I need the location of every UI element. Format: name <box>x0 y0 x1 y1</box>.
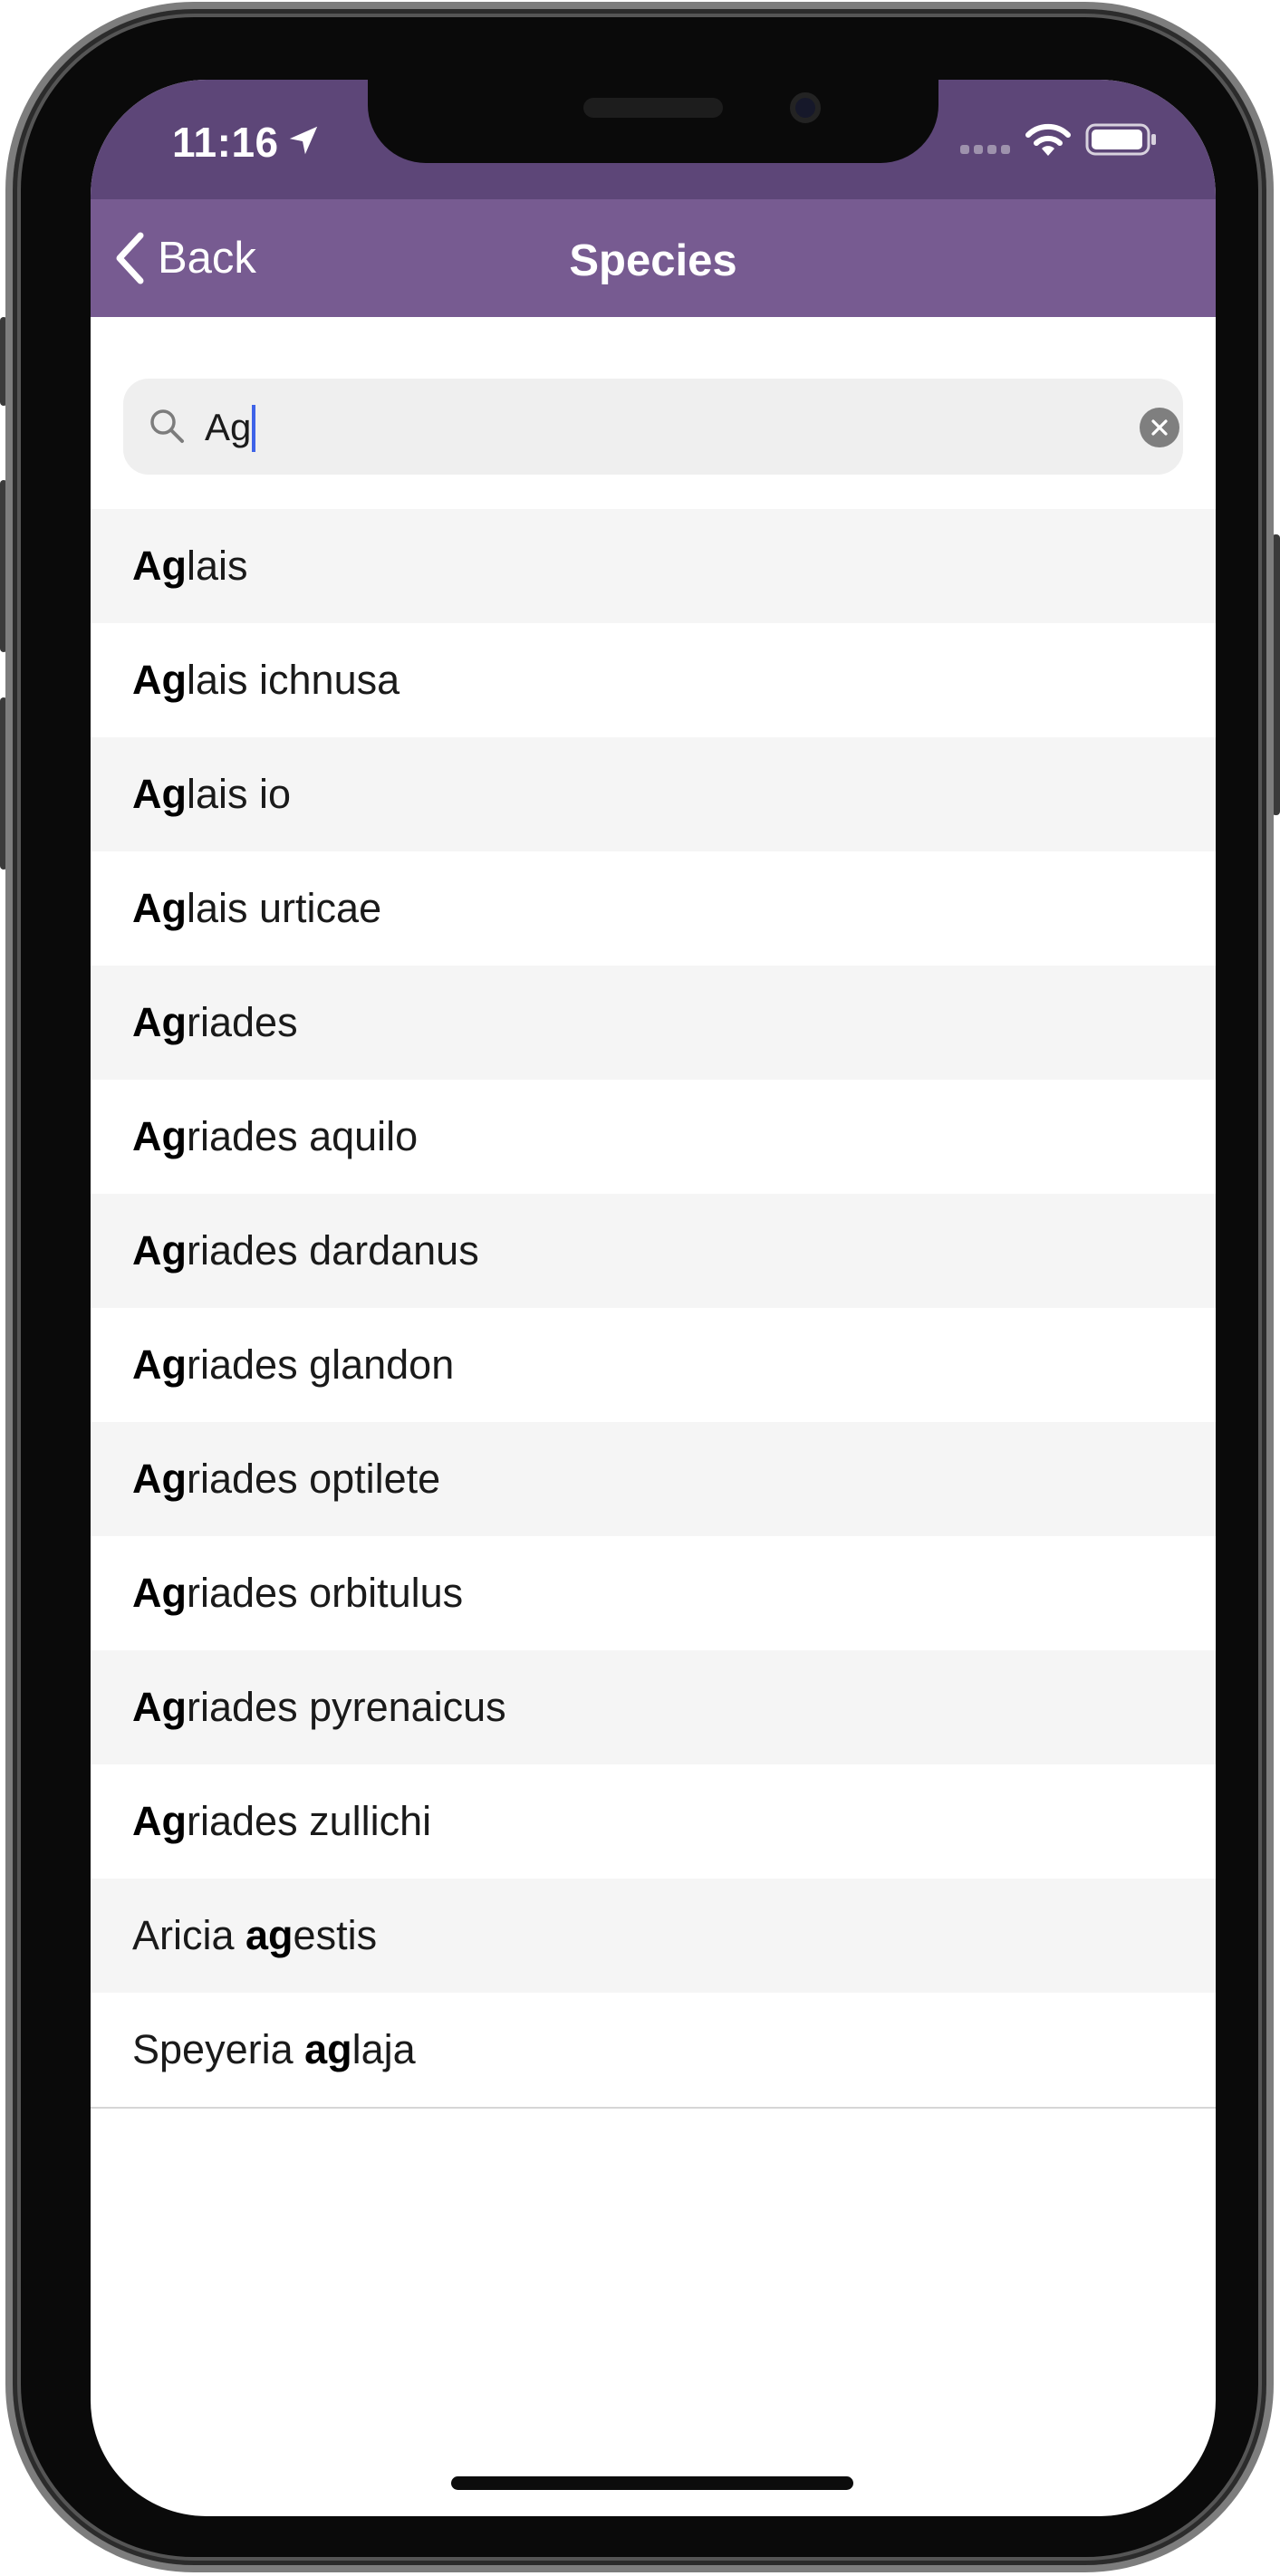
text-cursor <box>252 404 256 452</box>
list-end-divider <box>91 2107 1216 2109</box>
result-match-highlight: Ag <box>132 1570 187 1616</box>
result-suffix: riades <box>187 999 298 1045</box>
screen: 11:16 Back Species Ag Aglais Aglais ichn… <box>91 80 1216 2516</box>
battery-icon <box>1085 123 1156 156</box>
result-match-highlight: Ag <box>132 1113 187 1159</box>
result-label: Agriades glandon <box>132 1341 454 1389</box>
result-label: Agriades aquilo <box>132 1113 418 1160</box>
result-match-highlight: Ag <box>132 999 187 1045</box>
front-camera <box>790 92 821 123</box>
home-indicator[interactable] <box>451 2476 853 2490</box>
results-list: Aglais Aglais ichnusa Aglais io Aglais urti… <box>91 509 1216 2109</box>
search-field[interactable]: Ag <box>123 379 1183 475</box>
result-suffix: riades pyrenaicus <box>187 1684 506 1730</box>
result-suffix: lais io <box>187 771 292 817</box>
result-match-highlight: ag <box>245 1912 294 1958</box>
result-prefix: Speyeria <box>132 2026 305 2072</box>
result-suffix: lais ichnusa <box>187 657 400 703</box>
result-row[interactable]: Aglais urticae <box>91 851 1216 966</box>
result-label: Aglais <box>132 543 248 590</box>
result-match-highlight: Ag <box>132 885 187 931</box>
result-suffix: laja <box>351 2026 416 2072</box>
result-label: Aglais ichnusa <box>132 657 399 704</box>
result-match-highlight: Ag <box>132 543 187 589</box>
location-arrow-icon <box>289 126 318 155</box>
result-match-highlight: Ag <box>132 1341 187 1388</box>
navigation-bar: Back Species <box>91 199 1216 317</box>
clear-icon <box>1151 419 1168 436</box>
result-suffix: estis <box>293 1912 378 1958</box>
result-label: Aricia agestis <box>132 1912 377 1959</box>
result-label: Agriades pyrenaicus <box>132 1684 506 1731</box>
result-label: Agriades <box>132 999 298 1046</box>
search-icon <box>150 409 184 443</box>
result-label: Agriades zullichi <box>132 1798 431 1845</box>
notch <box>368 80 938 163</box>
result-match-highlight: Ag <box>132 1684 187 1730</box>
result-suffix: riades zullichi <box>187 1798 432 1844</box>
result-row[interactable]: Speyeria aglaja <box>91 1993 1216 2107</box>
result-row[interactable]: Agriades pyrenaicus <box>91 1650 1216 1764</box>
result-suffix: riades aquilo <box>187 1113 419 1159</box>
result-suffix: lais urticae <box>187 885 382 931</box>
result-match-highlight: ag <box>304 2026 352 2072</box>
page-title: Species <box>569 236 737 285</box>
status-time: 11:16 <box>172 119 279 166</box>
wifi-icon <box>1025 123 1071 156</box>
result-suffix: riades optilete <box>187 1456 441 1502</box>
result-suffix: lais <box>187 543 248 589</box>
result-prefix: Aricia <box>132 1912 246 1958</box>
result-row[interactable]: Agriades dardanus <box>91 1194 1216 1308</box>
result-label: Agriades dardanus <box>132 1227 479 1274</box>
result-row[interactable]: Agriades zullichi <box>91 1764 1216 1879</box>
result-match-highlight: Ag <box>132 657 187 703</box>
result-row[interactable]: Agriades <box>91 966 1216 1080</box>
result-label: Speyeria aglaja <box>132 2026 416 2073</box>
result-match-highlight: Ag <box>132 771 187 817</box>
result-row[interactable]: Aglais <box>91 509 1216 623</box>
result-row[interactable]: Aglais ichnusa <box>91 623 1216 737</box>
result-row[interactable]: Agriades glandon <box>91 1308 1216 1422</box>
result-suffix: riades orbitulus <box>187 1570 464 1616</box>
status-bar: 11:16 <box>91 80 1216 199</box>
result-match-highlight: Ag <box>132 1456 187 1502</box>
cellular-signal-icon <box>960 145 1010 154</box>
result-match-highlight: Ag <box>132 1227 187 1274</box>
result-label: Agriades orbitulus <box>132 1570 463 1617</box>
speaker-grille <box>583 98 723 118</box>
result-suffix: riades dardanus <box>187 1227 479 1274</box>
result-row[interactable]: Agriades aquilo <box>91 1080 1216 1194</box>
result-row[interactable]: Aglais io <box>91 737 1216 851</box>
result-suffix: riades glandon <box>187 1341 455 1388</box>
phone-frame: 11:16 Back Species Ag Aglais Aglais ichn… <box>5 2 1274 2572</box>
result-label: Aglais io <box>132 771 291 818</box>
result-label: Agriades optilete <box>132 1456 440 1503</box>
search-input-value: Ag <box>205 406 252 448</box>
result-row[interactable]: Agriades optilete <box>91 1422 1216 1536</box>
result-label: Aglais urticae <box>132 885 381 932</box>
search-input[interactable]: Ag <box>205 404 256 452</box>
search-bar: Ag <box>91 317 1216 489</box>
result-row[interactable]: Agriades orbitulus <box>91 1536 1216 1650</box>
result-match-highlight: Ag <box>132 1798 187 1844</box>
result-row[interactable]: Aricia agestis <box>91 1879 1216 1993</box>
clear-search-button[interactable] <box>1140 408 1179 447</box>
